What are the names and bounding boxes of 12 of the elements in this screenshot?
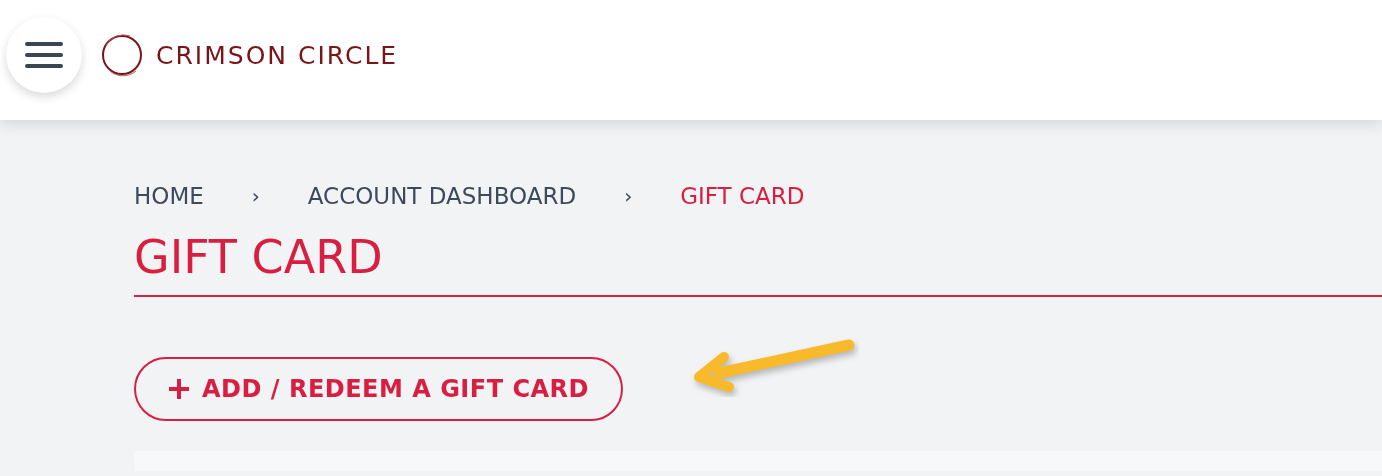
breadcrumb-separator: › (624, 184, 633, 208)
add-gift-card-button[interactable]: ADD / REDEEM A GIFT CARD (134, 357, 623, 422)
menu-icon (24, 40, 64, 70)
circle-logo-icon (100, 31, 144, 79)
breadcrumb-link[interactable]: HOME (134, 183, 204, 209)
breadcrumb-link[interactable]: ACCOUNT DASHBOARD (307, 183, 577, 209)
page-title: GIFT CARD (134, 230, 1382, 298)
logo-text[interactable]: CRIMSON CIRCLE (156, 40, 399, 70)
menu-button[interactable] (6, 17, 82, 93)
plus-icon (168, 378, 190, 401)
breadcrumb-separator: › (251, 184, 260, 208)
breadcrumb-link[interactable]: GIFT CARD (680, 183, 805, 209)
